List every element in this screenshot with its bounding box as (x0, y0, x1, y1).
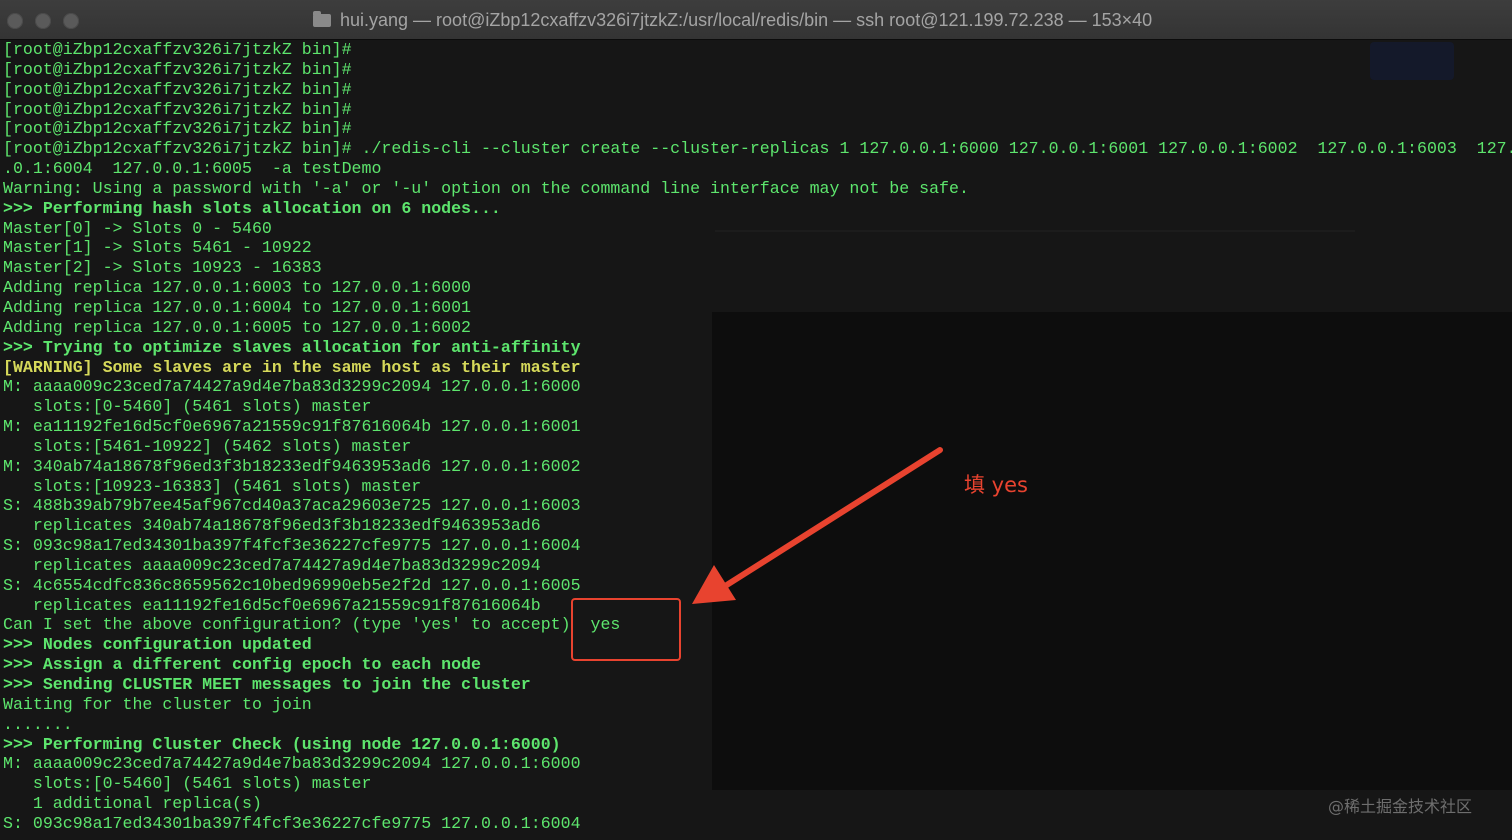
close-window-button[interactable] (7, 13, 23, 29)
annotation-arrow-icon (692, 447, 943, 604)
window-title: hui.yang — root@iZbp12cxaffzv326i7jtzkZ:… (340, 10, 1153, 30)
zoom-window-button[interactable] (63, 13, 79, 29)
annotation-label: 填 yes (964, 473, 1028, 497)
watermark: @稀土掘金技术社区 (1328, 797, 1473, 816)
title-bar[interactable]: hui.yang — root@iZbp12cxaffzv326i7jtzkZ:… (0, 0, 1512, 40)
terminal-window: hui.yang — root@iZbp12cxaffzv326i7jtzkZ:… (0, 0, 1512, 840)
folder-icon (313, 11, 331, 27)
minimize-window-button[interactable] (35, 13, 51, 29)
terminal-output[interactable]: [root@iZbp12cxaffzv326i7jtzkZ bin]# [root… (0, 40, 1512, 840)
